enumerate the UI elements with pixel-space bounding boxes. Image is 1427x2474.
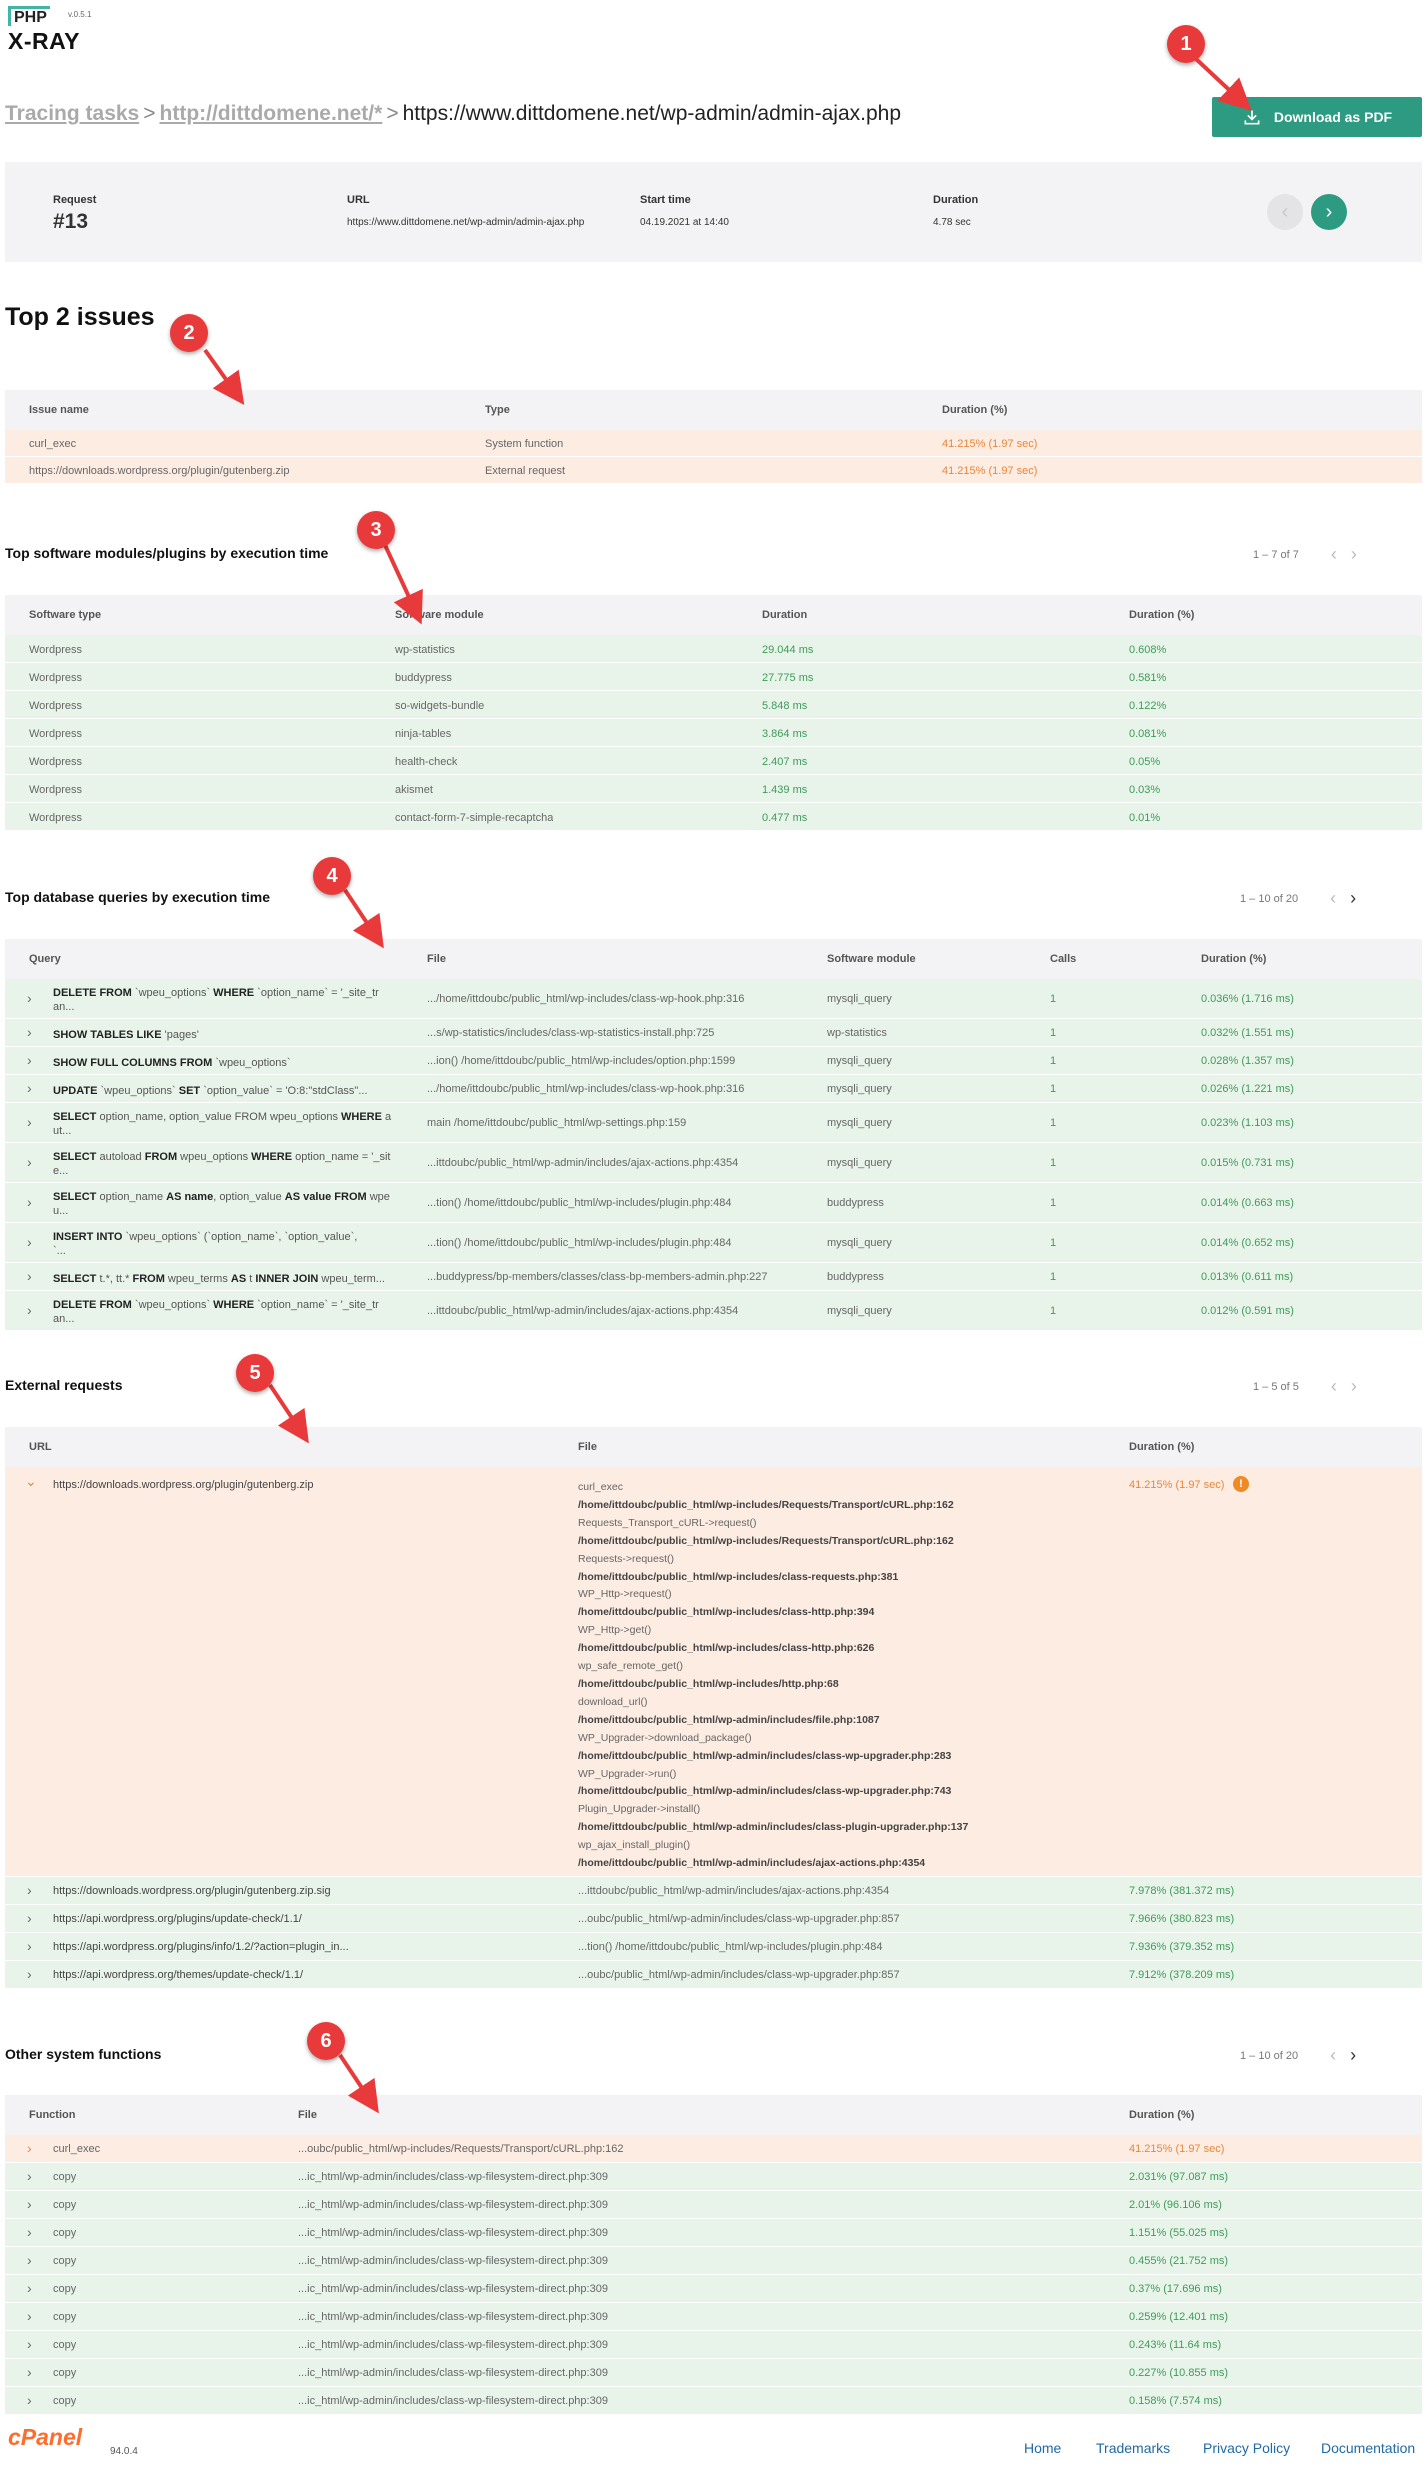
annotation-arrows [203, 56, 1252, 2114]
cpanel-version: 94.0.4 [110, 2446, 138, 2457]
annotation-marker-2: 2 [170, 314, 208, 352]
footer-link-documentation[interactable]: Documentation [1321, 2440, 1415, 2456]
footer: cPanel 94.0.4 Home Trademarks Privacy Po… [0, 2422, 1427, 2474]
annotation-marker-6: 6 [307, 2022, 345, 2060]
footer-link-home[interactable]: Home [1024, 2440, 1061, 2456]
annotation-marker-3: 3 [357, 511, 395, 549]
cpanel-logo: cPanel [8, 2424, 83, 2450]
annotation-marker-4: 4 [313, 857, 351, 895]
footer-link-privacy[interactable]: Privacy Policy [1203, 2440, 1290, 2456]
annotation-marker-5: 5 [236, 1354, 274, 1392]
footer-link-trademarks[interactable]: Trademarks [1096, 2440, 1170, 2456]
